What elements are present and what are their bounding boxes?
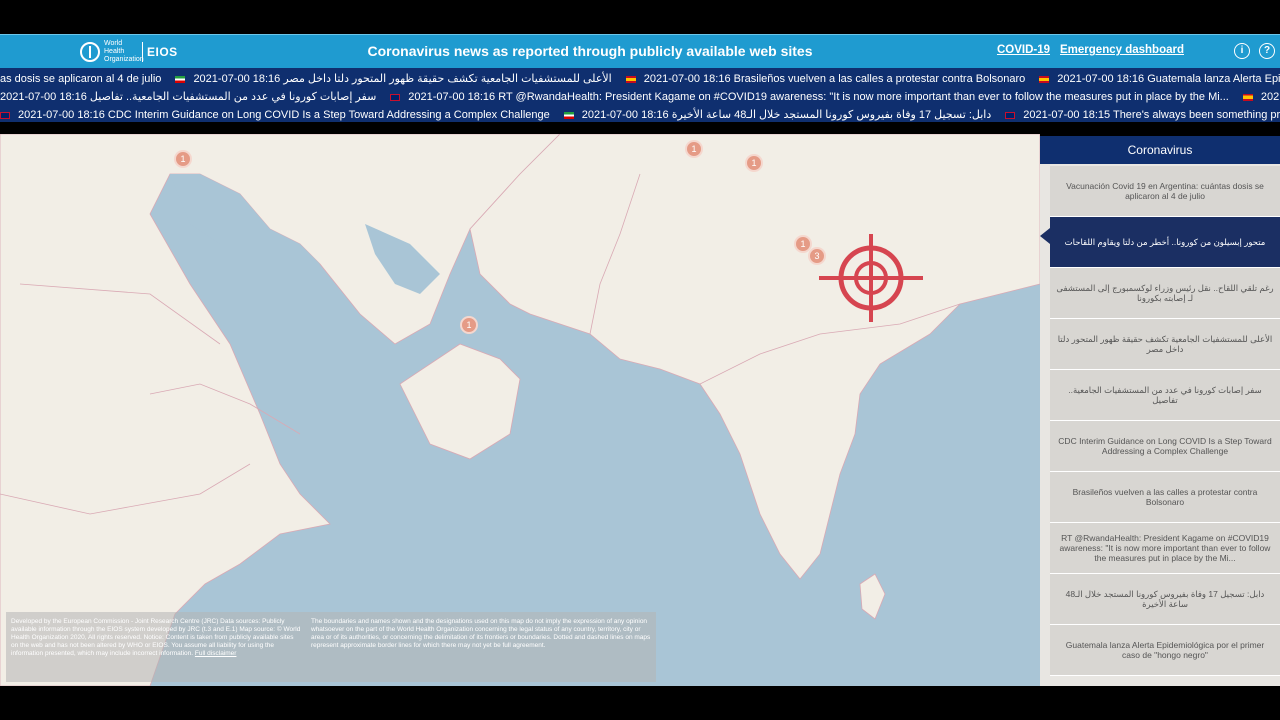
map-graphics (0, 134, 1040, 686)
ticker-item-text: 2021-07-00 18:16 الأعلى للمستشفيات الجام… (193, 73, 612, 85)
disclaimer-left: Developed by the European Commission - J… (11, 618, 301, 658)
nav-covid19-link[interactable]: COVID-19 (997, 44, 1050, 56)
cluster-marker[interactable]: 1 (745, 154, 763, 172)
app-header: World Health Organization EIOS Coronavir… (0, 34, 1280, 68)
map-disclaimer: Developed by the European Commission - J… (6, 612, 656, 682)
ticker-row-3: 2021-07-00 18:16 CDC Interim Guidance on… (0, 106, 1280, 124)
news-list-item[interactable]: رغم تلقي اللقاح.. نقل رئيس وزراء لوكسمبو… (1050, 268, 1280, 319)
header-nav: COVID-19 Emergency dashboard (997, 44, 1184, 56)
flag-gb-icon (390, 93, 401, 101)
news-list-item[interactable]: Vacunación Covid 19 en Argentina: cuánta… (1050, 166, 1280, 217)
flag-ir-icon (175, 75, 186, 83)
news-ticker: as dosis se aplicaron al 4 de julio 2021-… (0, 68, 1280, 122)
flag-ir-icon (563, 111, 574, 119)
help-icon[interactable]: ? (1259, 43, 1275, 59)
news-list-item[interactable]: سفر إصابات كورونا في عدد من المستشفيات ا… (1050, 370, 1280, 421)
ticker-item[interactable]: 2021-07-00 18:16 RT @RwandaHealth: Presi… (390, 88, 1229, 106)
ticker-item-text: 2021-07-00 18:16 RT @RwandaHealth: Presi… (408, 91, 1229, 103)
cluster-marker[interactable]: 1 (460, 316, 478, 334)
land-oman (399, 343, 521, 460)
ticker-item-text: 2021-07-00 18 (1260, 91, 1280, 103)
news-list-item[interactable]: Guatemala lanza Alerta Epidemiológica po… (1050, 625, 1280, 676)
nav-emergency-dashboard-link[interactable]: Emergency dashboard (1060, 44, 1184, 56)
news-list: Vacunación Covid 19 en Argentina: cuánta… (1050, 166, 1280, 676)
land-sri-lanka (859, 573, 886, 620)
panel-title: Coronavirus (1040, 136, 1280, 164)
news-list-item[interactable]: الأعلى للمستشفيات الجامعية تكشف حقيقة ظه… (1050, 319, 1280, 370)
ticker-row-1: as dosis se aplicaron al 4 de julio 2021-… (0, 70, 1280, 88)
ticker-item[interactable]: 2021-07-00 18:16 Guatemala lanza Alerta … (1039, 70, 1280, 88)
ticker-item[interactable]: 2021-07-00 18:16 الأعلى للمستشفيات الجام… (175, 70, 612, 88)
ticker-item-text: 2021-07-00 18:16 Brasileños vuelven a la… (643, 73, 1026, 85)
flag-gb-icon (0, 111, 10, 119)
ticker-item-text: 2021-07-00 18:16 CDC Interim Guidance on… (18, 109, 550, 121)
disclaimer-right: The boundaries and names shown and the d… (311, 618, 651, 649)
ticker-item[interactable]: 2021-07-00 18:16 Brasileños vuelven a la… (625, 70, 1026, 88)
flag-es-icon (1242, 93, 1253, 101)
news-list-item[interactable]: متحور إبسيلون من كورونا.. أخطر من دلتا و… (1050, 217, 1280, 268)
ticker-item[interactable]: 2021-07-00 18 (1242, 88, 1280, 106)
ticker-item[interactable]: 2021-07-00 18:15 There's always been som… (1005, 106, 1280, 124)
flag-gb-icon (1005, 111, 1016, 119)
news-list-item[interactable]: دابل: تسجيل 17 وفاة بفيروس كورونا المستج… (1050, 574, 1280, 625)
ticker-row-2: 2021-07-00 18:16 سفر إصابات كورونا في عد… (0, 88, 1280, 106)
cluster-marker[interactable]: 3 (808, 247, 826, 265)
disclaimer-left-text: Developed by the European Commission - J… (11, 618, 301, 657)
flag-es-icon (1039, 75, 1050, 83)
ticker-item[interactable]: as dosis se aplicaron al 4 de julio (0, 70, 161, 88)
cluster-marker[interactable]: 1 (685, 140, 703, 158)
news-panel: Coronavirus Vacunación Covid 19 en Argen… (1040, 136, 1280, 686)
cluster-marker[interactable]: 1 (174, 150, 192, 168)
world-map[interactable]: 1 1 1 1 3 1 Developed by the European Co… (0, 134, 1040, 686)
ticker-item-text: 2021-07-00 18:15 There's always been som… (1023, 109, 1280, 121)
ticker-item-text: 2021-07-00 18:16 Guatemala lanza Alerta … (1057, 73, 1280, 85)
news-list-item[interactable]: RT @RwandaHealth: President Kagame on #C… (1050, 523, 1280, 574)
ticker-item[interactable]: 2021-07-00 18:16 CDC Interim Guidance on… (0, 106, 550, 124)
flag-es-icon (625, 75, 636, 83)
ticker-item-text: 2021-07-00 18:16 دابل: تسجيل 17 وفاة بفي… (581, 109, 992, 121)
info-icon[interactable]: i (1234, 43, 1250, 59)
ticker-item-text: as dosis se aplicaron al 4 de julio (0, 73, 162, 85)
news-list-item[interactable]: Brasileños vuelven a las calles a protes… (1050, 472, 1280, 523)
ticker-item-text: 2021-07-00 18:16 سفر إصابات كورونا في عد… (0, 91, 377, 103)
active-item-pointer (1040, 228, 1050, 244)
ticker-item[interactable]: 2021-07-00 18:16 دابل: تسجيل 17 وفاة بفي… (563, 106, 992, 124)
ticker-item[interactable]: 2021-07-00 18:16 سفر إصابات كورونا في عد… (0, 88, 376, 106)
full-disclaimer-link[interactable]: Full disclaimer (195, 650, 237, 657)
news-list-item[interactable]: CDC Interim Guidance on Long COVID Is a … (1050, 421, 1280, 472)
